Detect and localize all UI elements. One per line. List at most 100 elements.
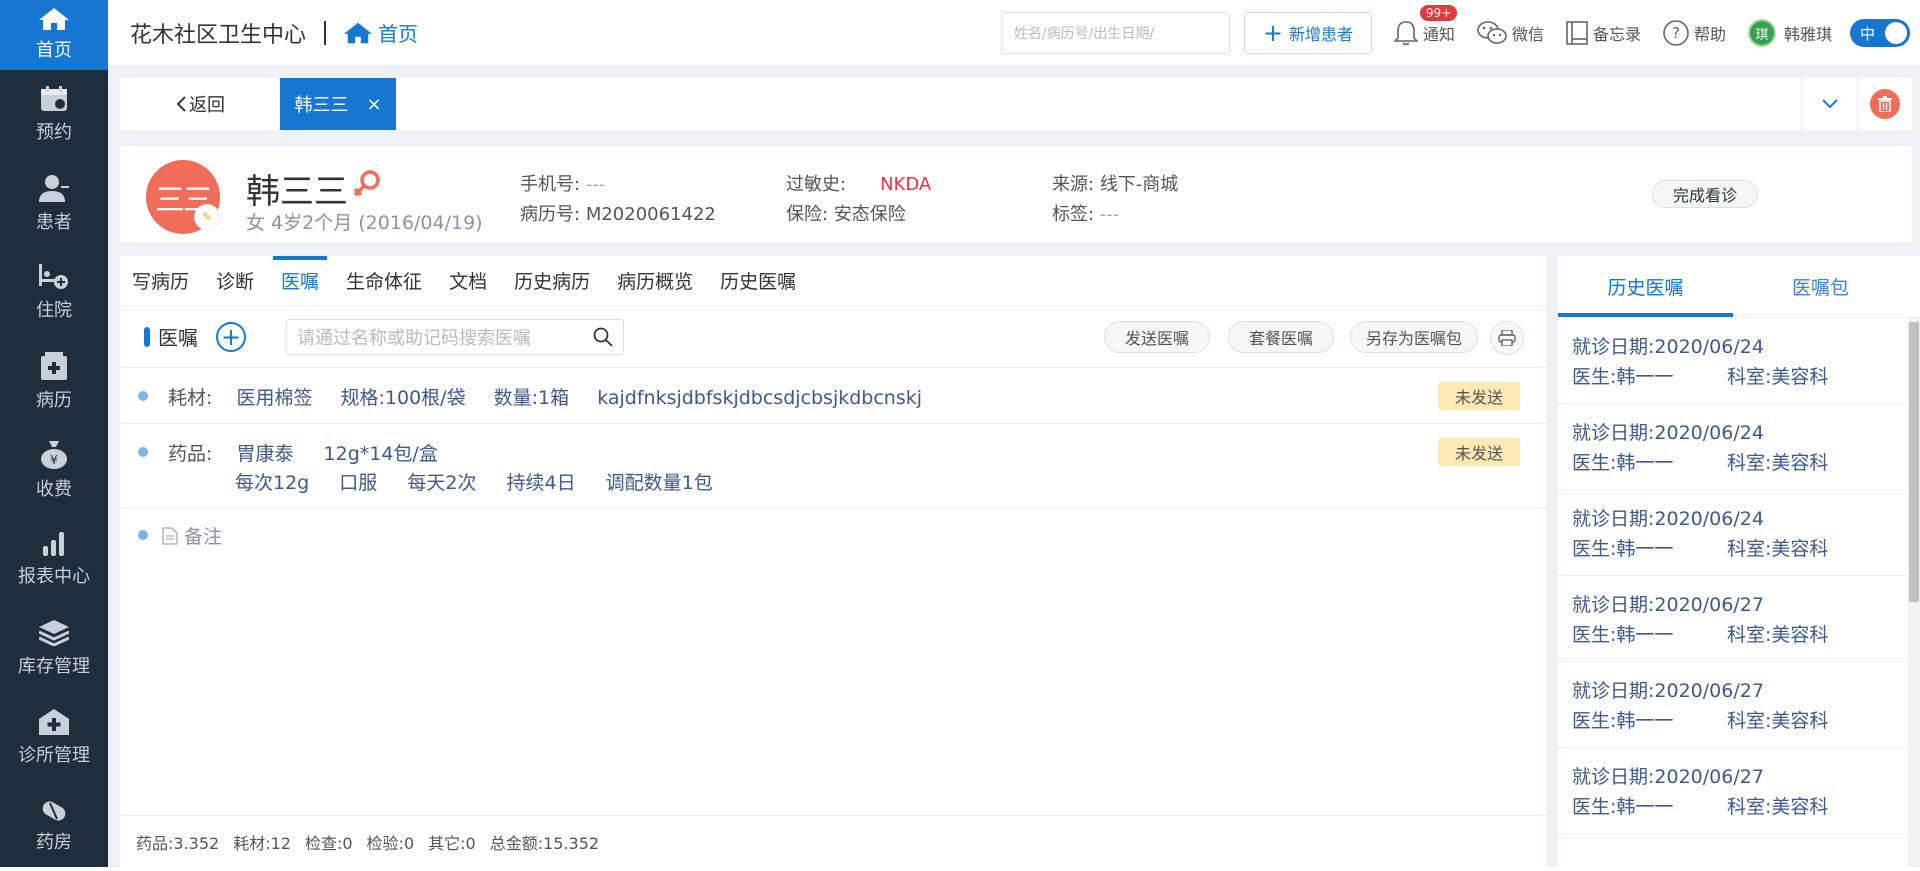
chevron-left-icon xyxy=(176,96,186,112)
sidebar-item-inventory[interactable]: 库存管理 xyxy=(0,604,108,693)
visit-dept: 科室:美容科 xyxy=(1727,796,1829,818)
package-orders-button[interactable]: 套餐医嘱 xyxy=(1228,321,1334,353)
history-item[interactable]: 就诊日期:2020/06/27 医生:韩一一 科室:美容科 xyxy=(1558,748,1920,834)
help-button[interactable]: ? 帮助 xyxy=(1663,20,1726,46)
close-icon[interactable]: × xyxy=(366,94,381,115)
sidebar-item-label: 住院 xyxy=(36,299,72,321)
sidebar-item-pharmacy[interactable]: 药房 xyxy=(0,782,108,871)
back-button[interactable]: 返回 xyxy=(120,91,280,117)
patient-search-input[interactable]: 姓名/病历号/出生日期/ xyxy=(1000,12,1230,54)
user-avatar: 琪 xyxy=(1747,19,1776,47)
sidebar-item-clinic[interactable]: 诊所管理 xyxy=(0,693,108,782)
visit-details: 医生:韩一一 科室:美容科 xyxy=(1572,792,1920,822)
edit-avatar-icon[interactable]: ✎ xyxy=(194,204,220,230)
bed-icon xyxy=(39,263,68,289)
tab-dropdown-button[interactable] xyxy=(1801,78,1857,130)
sidebar-item-appointment[interactable]: 预约 xyxy=(0,70,108,159)
phone-value: --- xyxy=(585,174,606,195)
record-subtabs: 写病历 诊断 医嘱 生命体征 文档 历史病历 病历概览 历史医嘱 xyxy=(120,255,1546,306)
bullet xyxy=(138,447,148,457)
tab-history-orders-side[interactable]: 历史医嘱 xyxy=(1558,256,1733,317)
layers-icon xyxy=(39,619,69,646)
remark-row[interactable]: 备注 xyxy=(120,508,1546,562)
add-order-button[interactable]: + xyxy=(216,321,246,352)
visit-doctor: 医生:韩一一 xyxy=(1572,796,1674,818)
send-orders-button[interactable]: 发送医嘱 xyxy=(1104,321,1210,353)
history-item[interactable]: 就诊日期:2020/06/27 医生:韩一一 科室:美容科 xyxy=(1558,576,1920,662)
document-icon xyxy=(162,526,178,545)
user-menu[interactable]: 琪 韩雅琪 xyxy=(1747,19,1832,47)
sidebar-item-home[interactable]: 首页 xyxy=(0,0,108,70)
order-usage: 每次12g 口服 每天2次 持续4日 调配数量1包 xyxy=(235,468,713,495)
sidebar-item-label: 报表中心 xyxy=(18,565,90,587)
visit-dept: 科室:美容科 xyxy=(1727,452,1829,474)
pill-icon xyxy=(42,801,66,820)
tab-vitals[interactable]: 生命体征 xyxy=(346,256,422,306)
order-frequency: 每天2次 xyxy=(407,472,477,494)
sidebar-item-reports[interactable]: 报表中心 xyxy=(0,515,108,604)
org-name: 花木社区卫生中心 xyxy=(130,22,307,48)
history-item[interactable]: 就诊日期:2020/06/24 医生:韩一一 科室:美容科 xyxy=(1558,404,1920,490)
order-row[interactable]: 耗材: 医用棉签 规格:100根/袋 数量:1箱 kajdfnksjdbfskj… xyxy=(120,368,1546,424)
history-item[interactable]: 就诊日期:2020/06/27 医生:韩一一 科室:美容科 xyxy=(1558,662,1920,748)
visit-doctor: 医生:韩一一 xyxy=(1572,624,1674,646)
medical-info: 过敏史: NKDA 保险: 安态保险 xyxy=(786,170,931,230)
delete-tab-wrapper xyxy=(1857,78,1912,130)
tab-patient[interactable]: 韩三三 × xyxy=(280,78,396,130)
order-row[interactable]: 药品: 胃康泰 12g*14包/盒 每次12g 口服 每天2次 持续4日 调配数… xyxy=(120,424,1546,508)
sidebar-item-inpatient[interactable]: 住院 xyxy=(0,248,108,337)
order-duration: 持续4日 xyxy=(506,472,576,494)
order-qty: 数量:1箱 xyxy=(493,387,570,409)
tab-diagnosis[interactable]: 诊断 xyxy=(216,256,254,306)
tab-orders[interactable]: 医嘱 xyxy=(273,255,328,306)
tab-write-record[interactable]: 写病历 xyxy=(132,256,189,306)
visit-details: 医生:韩一一 科室:美容科 xyxy=(1572,706,1920,736)
save-as-package-button[interactable]: 另存为医嘱包 xyxy=(1350,321,1478,353)
tab-history-orders[interactable]: 历史医嘱 xyxy=(720,256,796,306)
test-cost: 检验:0 xyxy=(366,833,415,853)
wechat-button[interactable]: 微信 xyxy=(1477,21,1544,45)
visit-doctor: 医生:韩一一 xyxy=(1572,452,1674,474)
clinic-icon xyxy=(39,708,69,735)
calendar-icon xyxy=(41,85,67,111)
tab-documents[interactable]: 文档 xyxy=(449,256,487,306)
delete-button[interactable] xyxy=(1870,89,1900,119)
breadcrumb-label: 首页 xyxy=(378,22,419,46)
medical-record-icon xyxy=(41,351,67,380)
svg-text:?: ? xyxy=(1672,24,1680,42)
orders-title: 医嘱 xyxy=(158,326,198,350)
tab-order-packages[interactable]: 医嘱包 xyxy=(1733,256,1908,317)
source-label: 来源: xyxy=(1052,174,1095,195)
plus-icon: + xyxy=(1262,19,1283,47)
add-patient-label: 新增患者 xyxy=(1288,25,1353,44)
sidebar-item-label: 诊所管理 xyxy=(18,744,90,766)
breadcrumb-home[interactable]: 首页 xyxy=(344,18,418,47)
language-toggle[interactable]: 中 xyxy=(1850,19,1910,47)
tab-record-overview[interactable]: 病历概览 xyxy=(617,256,693,306)
history-item[interactable]: 就诊日期:2020/06/24 医生:韩一一 科室:美容科 xyxy=(1558,318,1920,404)
memo-button[interactable]: 备忘录 xyxy=(1566,21,1641,45)
order-search-input[interactable]: 请通过名称或助记码搜索医嘱 xyxy=(286,318,624,355)
complete-visit-button[interactable]: 完成看诊 xyxy=(1652,180,1758,208)
insurance-label: 保险: xyxy=(786,204,829,225)
scrollbar-thumb[interactable] xyxy=(1909,322,1919,602)
history-item[interactable]: 就诊日期:2020/06/24 医生:韩一一 科室:美容科 xyxy=(1558,490,1920,576)
visit-details: 医生:韩一一 科室:美容科 xyxy=(1572,362,1920,392)
remark-line: 备注 xyxy=(162,522,222,549)
add-patient-button[interactable]: + 新增患者 xyxy=(1243,12,1372,54)
visit-doctor: 医生:韩一一 xyxy=(1572,710,1674,732)
sidebar-item-label: 病历 xyxy=(36,389,72,411)
notifications-button[interactable]: 99+ 通知 xyxy=(1393,5,1458,46)
print-button[interactable] xyxy=(1490,321,1524,355)
sidebar-item-patients[interactable]: 患者 xyxy=(0,159,108,248)
visit-dept: 科室:美容科 xyxy=(1727,366,1829,388)
section-marker xyxy=(144,326,150,347)
sidebar-item-records[interactable]: 病历 xyxy=(0,337,108,426)
visit-dept: 科室:美容科 xyxy=(1727,624,1829,646)
sidebar-item-billing[interactable]: ¥ 收费 xyxy=(0,426,108,515)
history-tabs: 历史医嘱 医嘱包 xyxy=(1558,256,1920,318)
tab-history-records[interactable]: 历史病历 xyxy=(514,256,590,306)
visit-dept: 科室:美容科 xyxy=(1727,538,1829,560)
visit-dept: 科室:美容科 xyxy=(1727,710,1829,732)
toggle-knob xyxy=(1885,22,1907,44)
